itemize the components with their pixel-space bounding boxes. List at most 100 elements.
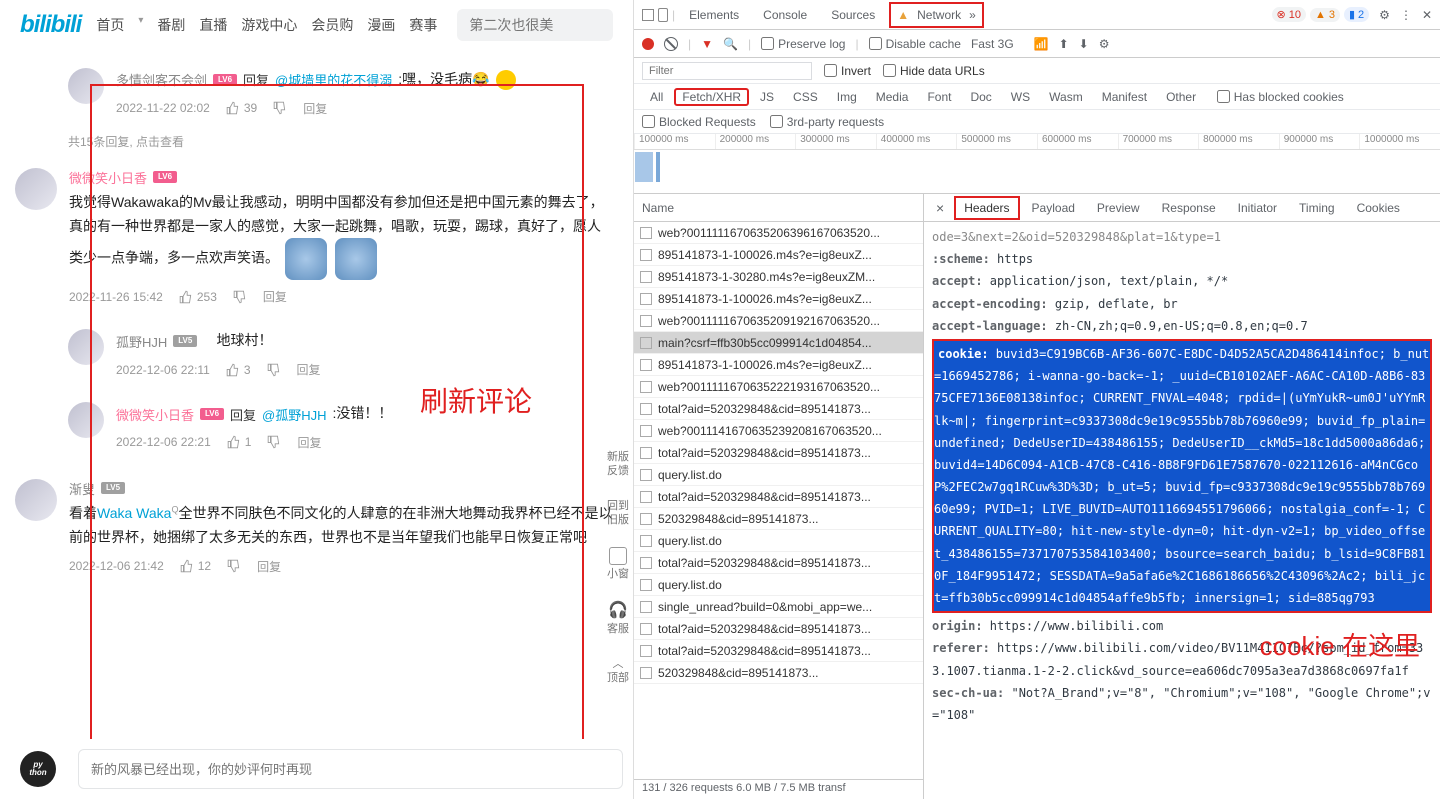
close-devtools-icon[interactable]: ✕ [1422,8,1432,22]
device-icon[interactable] [658,8,668,22]
reply-button[interactable]: 回复 [303,100,327,117]
request-row[interactable]: total?aid=520329848&cid=895141873... [634,398,923,420]
feedback-button[interactable]: 新版 反馈 [603,450,633,479]
like-button[interactable]: 39 [226,101,257,115]
tab-console[interactable]: Console [753,2,817,28]
request-row[interactable]: total?aid=520329848&cid=895141873... [634,640,923,662]
search-input[interactable] [457,9,613,41]
request-row[interactable]: query.list.do [634,464,923,486]
type-media[interactable]: Media [868,88,917,106]
kebab-icon[interactable]: ⋮ [1400,8,1412,22]
timeline[interactable]: 100000 ms200000 ms300000 ms400000 ms5000… [634,134,1440,194]
tab-sources[interactable]: Sources [821,2,885,28]
invert-checkbox[interactable]: Invert [824,64,871,78]
request-row[interactable]: web?0011111670635206396167063520... [634,222,923,244]
request-row[interactable]: 520329848&cid=895141873... [634,508,923,530]
tab-network[interactable]: Network [913,6,965,24]
reply-to-user[interactable]: @孤野HJH [262,405,326,424]
type-wasm[interactable]: Wasm [1041,88,1091,106]
request-row[interactable]: web?0011111670635222193167063520... [634,376,923,398]
nav-comic[interactable]: 漫画 [367,15,395,35]
bilibili-logo[interactable]: bilibili [20,11,81,39]
issue-count[interactable]: ▮ 2 [1344,7,1369,22]
request-row[interactable]: 895141873-1-30280.m4s?e=ig8euxZM... [634,266,923,288]
dislike-button[interactable] [267,363,281,377]
dislike-button[interactable] [267,435,281,449]
gear-icon[interactable]: ⚙ [1099,37,1110,51]
dislike-button[interactable] [273,101,287,115]
username[interactable]: 渐叟 [69,479,95,498]
avatar[interactable] [68,329,104,365]
request-row[interactable]: web?0011141670635239208167063520... [634,420,923,442]
support-button[interactable]: 🎧客服 [603,601,633,636]
username[interactable]: 孤野HJH [116,332,167,351]
type-font[interactable]: Font [919,88,959,106]
blocked-requests-checkbox[interactable]: Blocked Requests [642,115,756,129]
scroll-top-button[interactable]: ︿顶部 [603,657,633,686]
detail-tab-headers[interactable]: Headers [954,196,1019,220]
request-row[interactable]: total?aid=520329848&cid=895141873... [634,486,923,508]
nav-anime[interactable]: 番剧 [157,15,185,35]
nav-home[interactable]: 首页 [96,15,124,35]
comment-input[interactable] [78,749,623,789]
avatar[interactable] [68,402,104,438]
keyword-link[interactable]: Waka Waka [97,505,171,521]
like-button[interactable]: 253 [179,290,217,304]
type-all[interactable]: All [642,88,671,106]
username[interactable]: 多情剑客不会剑 [116,70,207,89]
my-avatar[interactable]: python [20,751,56,787]
type-other[interactable]: Other [1158,88,1204,106]
like-button[interactable]: 3 [226,363,251,377]
detail-tab-timing[interactable]: Timing [1289,196,1345,220]
reply-button[interactable]: 回复 [263,288,287,305]
reply-button[interactable]: 回复 [257,558,281,575]
third-party-checkbox[interactable]: 3rd-party requests [770,115,884,129]
type-doc[interactable]: Doc [962,88,999,106]
request-row[interactable]: web?0011111670635209192167063520... [634,310,923,332]
dislike-button[interactable] [227,559,241,573]
reply-to-user[interactable]: @城墙里的花不得溺 [275,70,392,89]
show-replies[interactable]: 共15条回复, 点击查看 [68,133,613,150]
type-css[interactable]: CSS [785,88,826,106]
request-row[interactable]: total?aid=520329848&cid=895141873... [634,552,923,574]
detail-tab-initiator[interactable]: Initiator [1228,196,1287,220]
request-row[interactable]: main?csrf=ffb30b5cc099914c1d04854... [634,332,923,354]
hide-data-urls-checkbox[interactable]: Hide data URLs [883,64,985,78]
disable-cache-checkbox[interactable]: Disable cache [869,37,961,51]
avatar[interactable] [15,479,57,521]
preserve-log-checkbox[interactable]: Preserve log [761,37,845,51]
like-button[interactable]: 1 [227,435,252,449]
nav-live[interactable]: 直播 [199,15,227,35]
request-row[interactable]: total?aid=520329848&cid=895141873... [634,618,923,640]
detail-tab-response[interactable]: Response [1152,196,1226,220]
reply-button[interactable]: 回复 [297,361,321,378]
dislike-button[interactable] [233,290,247,304]
cookie-header[interactable]: cookie: buvid3=C919BC6B-AF36-607C-E8DC-D… [932,339,1432,613]
detail-tab-payload[interactable]: Payload [1022,196,1085,220]
request-row[interactable]: single_unread?build=0&mobi_app=we... [634,596,923,618]
avatar[interactable] [68,68,104,104]
detail-tab-cookies[interactable]: Cookies [1347,196,1410,220]
nav-vip[interactable]: 会员购 [311,15,353,35]
avatar[interactable] [15,168,57,210]
request-row[interactable]: total?aid=520329848&cid=895141873... [634,442,923,464]
nav-match[interactable]: 赛事 [409,15,437,35]
name-header[interactable]: Name [634,194,923,222]
filter-input[interactable] [642,62,812,80]
throttle-select[interactable]: Fast 3G [971,37,1014,51]
tab-elements[interactable]: Elements [679,2,749,28]
download-icon[interactable]: ⬇ [1079,37,1089,51]
like-button[interactable]: 12 [180,559,211,573]
search-icon[interactable]: 🔍 [723,37,738,51]
request-row[interactable]: query.list.do [634,574,923,596]
type-fetch-xhr[interactable]: Fetch/XHR [674,88,749,106]
filter-icon[interactable]: ▼ [701,37,713,51]
request-row[interactable]: 895141873-1-100026.m4s?e=ig8euxZ... [634,244,923,266]
type-img[interactable]: Img [829,88,865,106]
type-ws[interactable]: WS [1003,88,1038,106]
request-row[interactable]: 520329848&cid=895141873... [634,662,923,684]
request-row[interactable]: 895141873-1-100026.m4s?e=ig8euxZ... [634,288,923,310]
gear-icon[interactable]: ⚙ [1379,8,1390,22]
blocked-cookies-checkbox[interactable]: Has blocked cookies [1217,90,1344,104]
warning-count[interactable]: ▲ 3 [1310,8,1340,22]
